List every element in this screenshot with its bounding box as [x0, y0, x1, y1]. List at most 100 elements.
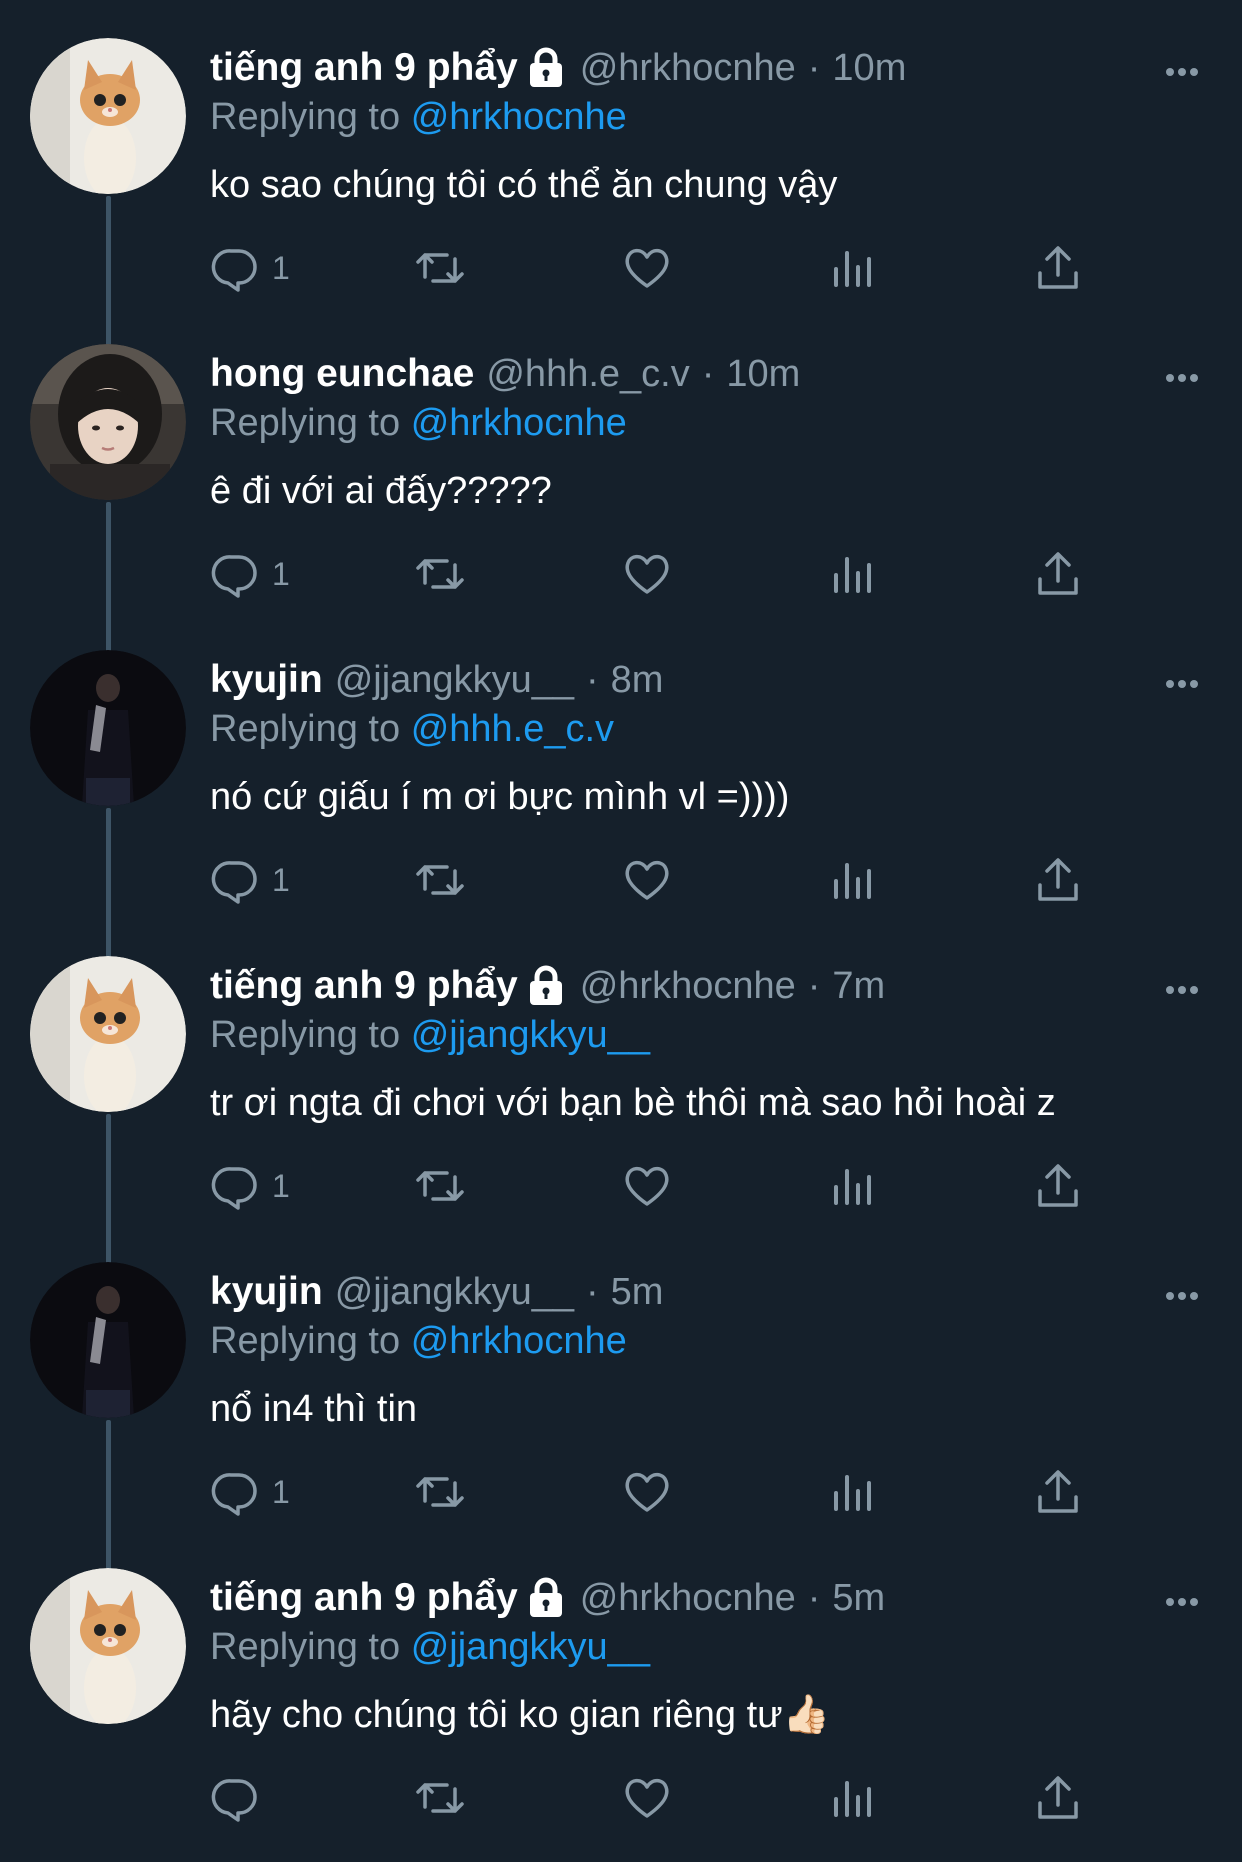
- timestamp[interactable]: 5m: [832, 1577, 885, 1620]
- display-name[interactable]: tiếng anh 9 phẩy: [210, 1576, 518, 1620]
- replying-to-prefix: Replying to: [210, 402, 401, 444]
- username[interactable]: @hhh.e_c.v: [486, 353, 689, 396]
- more-options-icon[interactable]: [1162, 1276, 1202, 1316]
- views-button[interactable]: [828, 1462, 878, 1522]
- retweet-button[interactable]: [415, 1156, 465, 1216]
- heart-icon: [625, 248, 669, 288]
- timestamp[interactable]: 8m: [611, 659, 664, 702]
- display-name[interactable]: kyujin: [210, 658, 323, 702]
- retweet-button[interactable]: [415, 1768, 465, 1828]
- share-button[interactable]: [1033, 238, 1083, 298]
- tweet[interactable]: tiếng anh 9 phẩy @hrkhocnhe · 10m Replyi…: [0, 0, 1242, 348]
- avatar[interactable]: [30, 650, 186, 806]
- replying-to: Replying to @jjangkkyu__: [210, 1622, 1212, 1672]
- username[interactable]: @jjangkkyu__: [335, 1271, 574, 1314]
- tweet-actions: 1: [210, 1462, 1090, 1522]
- display-name[interactable]: kyujin: [210, 1270, 323, 1314]
- separator-dot: ·: [807, 964, 821, 1007]
- retweet-button[interactable]: [415, 1462, 465, 1522]
- separator-dot: ·: [585, 1270, 599, 1313]
- display-name[interactable]: hong eunchae: [210, 352, 474, 396]
- mention-link[interactable]: @hrkhocnhe: [411, 402, 627, 444]
- share-button[interactable]: [1033, 1462, 1083, 1522]
- tweet-header: kyujin @jjangkkyu__ · 5m: [210, 1264, 1212, 1320]
- views-button[interactable]: [828, 544, 878, 604]
- mention-link[interactable]: @hrkhocnhe: [411, 1320, 627, 1362]
- mention-link[interactable]: @jjangkkyu__: [411, 1626, 650, 1668]
- reply-button[interactable]: 1: [210, 1462, 290, 1522]
- retweet-button[interactable]: [415, 238, 465, 298]
- share-button[interactable]: [1033, 1156, 1083, 1216]
- tweet-actions: 1: [210, 238, 1090, 298]
- reply-icon: [211, 249, 257, 292]
- views-icon: [834, 251, 871, 287]
- timestamp[interactable]: 7m: [832, 965, 885, 1008]
- timestamp[interactable]: 5m: [611, 1271, 664, 1314]
- retweet-button[interactable]: [415, 544, 465, 604]
- reply-button[interactable]: 1: [210, 1156, 290, 1216]
- like-button[interactable]: [622, 850, 672, 910]
- replying-to: Replying to @hhh.e_c.v: [210, 704, 1212, 754]
- like-button[interactable]: [622, 544, 672, 604]
- tweet[interactable]: kyujin @jjangkkyu__ · 5m Replying to @hr…: [0, 1224, 1242, 1572]
- retweet-button[interactable]: [415, 850, 465, 910]
- more-options-icon[interactable]: [1162, 358, 1202, 398]
- username[interactable]: @hrkhocnhe: [580, 47, 796, 90]
- tweet[interactable]: kyujin @jjangkkyu__ · 8m Replying to @hh…: [0, 612, 1242, 960]
- more-options-icon[interactable]: [1162, 664, 1202, 704]
- like-button[interactable]: [622, 1768, 672, 1828]
- share-icon: [1038, 552, 1078, 595]
- timestamp[interactable]: 10m: [832, 47, 906, 90]
- avatar[interactable]: [30, 956, 186, 1112]
- share-button[interactable]: [1033, 1768, 1083, 1828]
- avatar[interactable]: [30, 344, 186, 500]
- mention-link[interactable]: @hrkhocnhe: [411, 96, 627, 138]
- avatar[interactable]: [30, 1568, 186, 1724]
- mention-link[interactable]: @hhh.e_c.v: [411, 708, 614, 750]
- share-button[interactable]: [1033, 850, 1083, 910]
- display-name[interactable]: tiếng anh 9 phẩy: [210, 964, 518, 1008]
- lock-icon: [529, 965, 562, 1005]
- retweet-icon: [416, 559, 464, 589]
- reply-count: 1: [272, 555, 290, 592]
- more-options-icon[interactable]: [1162, 52, 1202, 92]
- share-button[interactable]: [1033, 544, 1083, 604]
- tweet[interactable]: tiếng anh 9 phẩy @hrkhocnhe · 5m Replyin…: [0, 1530, 1242, 1862]
- tweet[interactable]: hong eunchae @hhh.e_c.v · 10m Replying t…: [0, 306, 1242, 654]
- reply-count: 1: [272, 861, 290, 898]
- reply-icon: [211, 861, 257, 904]
- display-name[interactable]: tiếng anh 9 phẩy: [210, 46, 518, 90]
- views-button[interactable]: [828, 238, 878, 298]
- views-icon: [834, 1475, 871, 1511]
- tweet-text: nổ in4 thì tin: [210, 1388, 418, 1430]
- reply-button[interactable]: 1: [210, 238, 290, 298]
- like-button[interactable]: [622, 238, 672, 298]
- more-options-icon[interactable]: [1162, 1582, 1202, 1622]
- reply-button[interactable]: 1: [210, 544, 290, 604]
- avatar[interactable]: [30, 38, 186, 194]
- replying-to: Replying to @hrkhocnhe: [210, 398, 1212, 448]
- views-button[interactable]: [828, 1768, 878, 1828]
- reply-button[interactable]: [210, 1768, 272, 1828]
- views-icon: [834, 1169, 871, 1205]
- username[interactable]: @hrkhocnhe: [580, 965, 796, 1008]
- share-icon: [1038, 858, 1078, 901]
- views-button[interactable]: [828, 850, 878, 910]
- views-button[interactable]: [828, 1156, 878, 1216]
- retweet-icon: [416, 865, 464, 895]
- like-button[interactable]: [622, 1156, 672, 1216]
- username[interactable]: @hrkhocnhe: [580, 1577, 796, 1620]
- heart-icon: [625, 554, 669, 594]
- share-icon: [1038, 1164, 1078, 1207]
- heart-icon: [625, 860, 669, 900]
- avatar[interactable]: [30, 1262, 186, 1418]
- reply-button[interactable]: 1: [210, 850, 290, 910]
- username[interactable]: @jjangkkyu__: [335, 659, 574, 702]
- more-options-icon[interactable]: [1162, 970, 1202, 1010]
- tweet[interactable]: tiếng anh 9 phẩy @hrkhocnhe · 7m Replyin…: [0, 918, 1242, 1266]
- like-button[interactable]: [622, 1462, 672, 1522]
- reply-icon: [211, 555, 257, 598]
- replying-to: Replying to @jjangkkyu__: [210, 1010, 1212, 1060]
- mention-link[interactable]: @jjangkkyu__: [411, 1014, 650, 1056]
- timestamp[interactable]: 10m: [726, 353, 800, 396]
